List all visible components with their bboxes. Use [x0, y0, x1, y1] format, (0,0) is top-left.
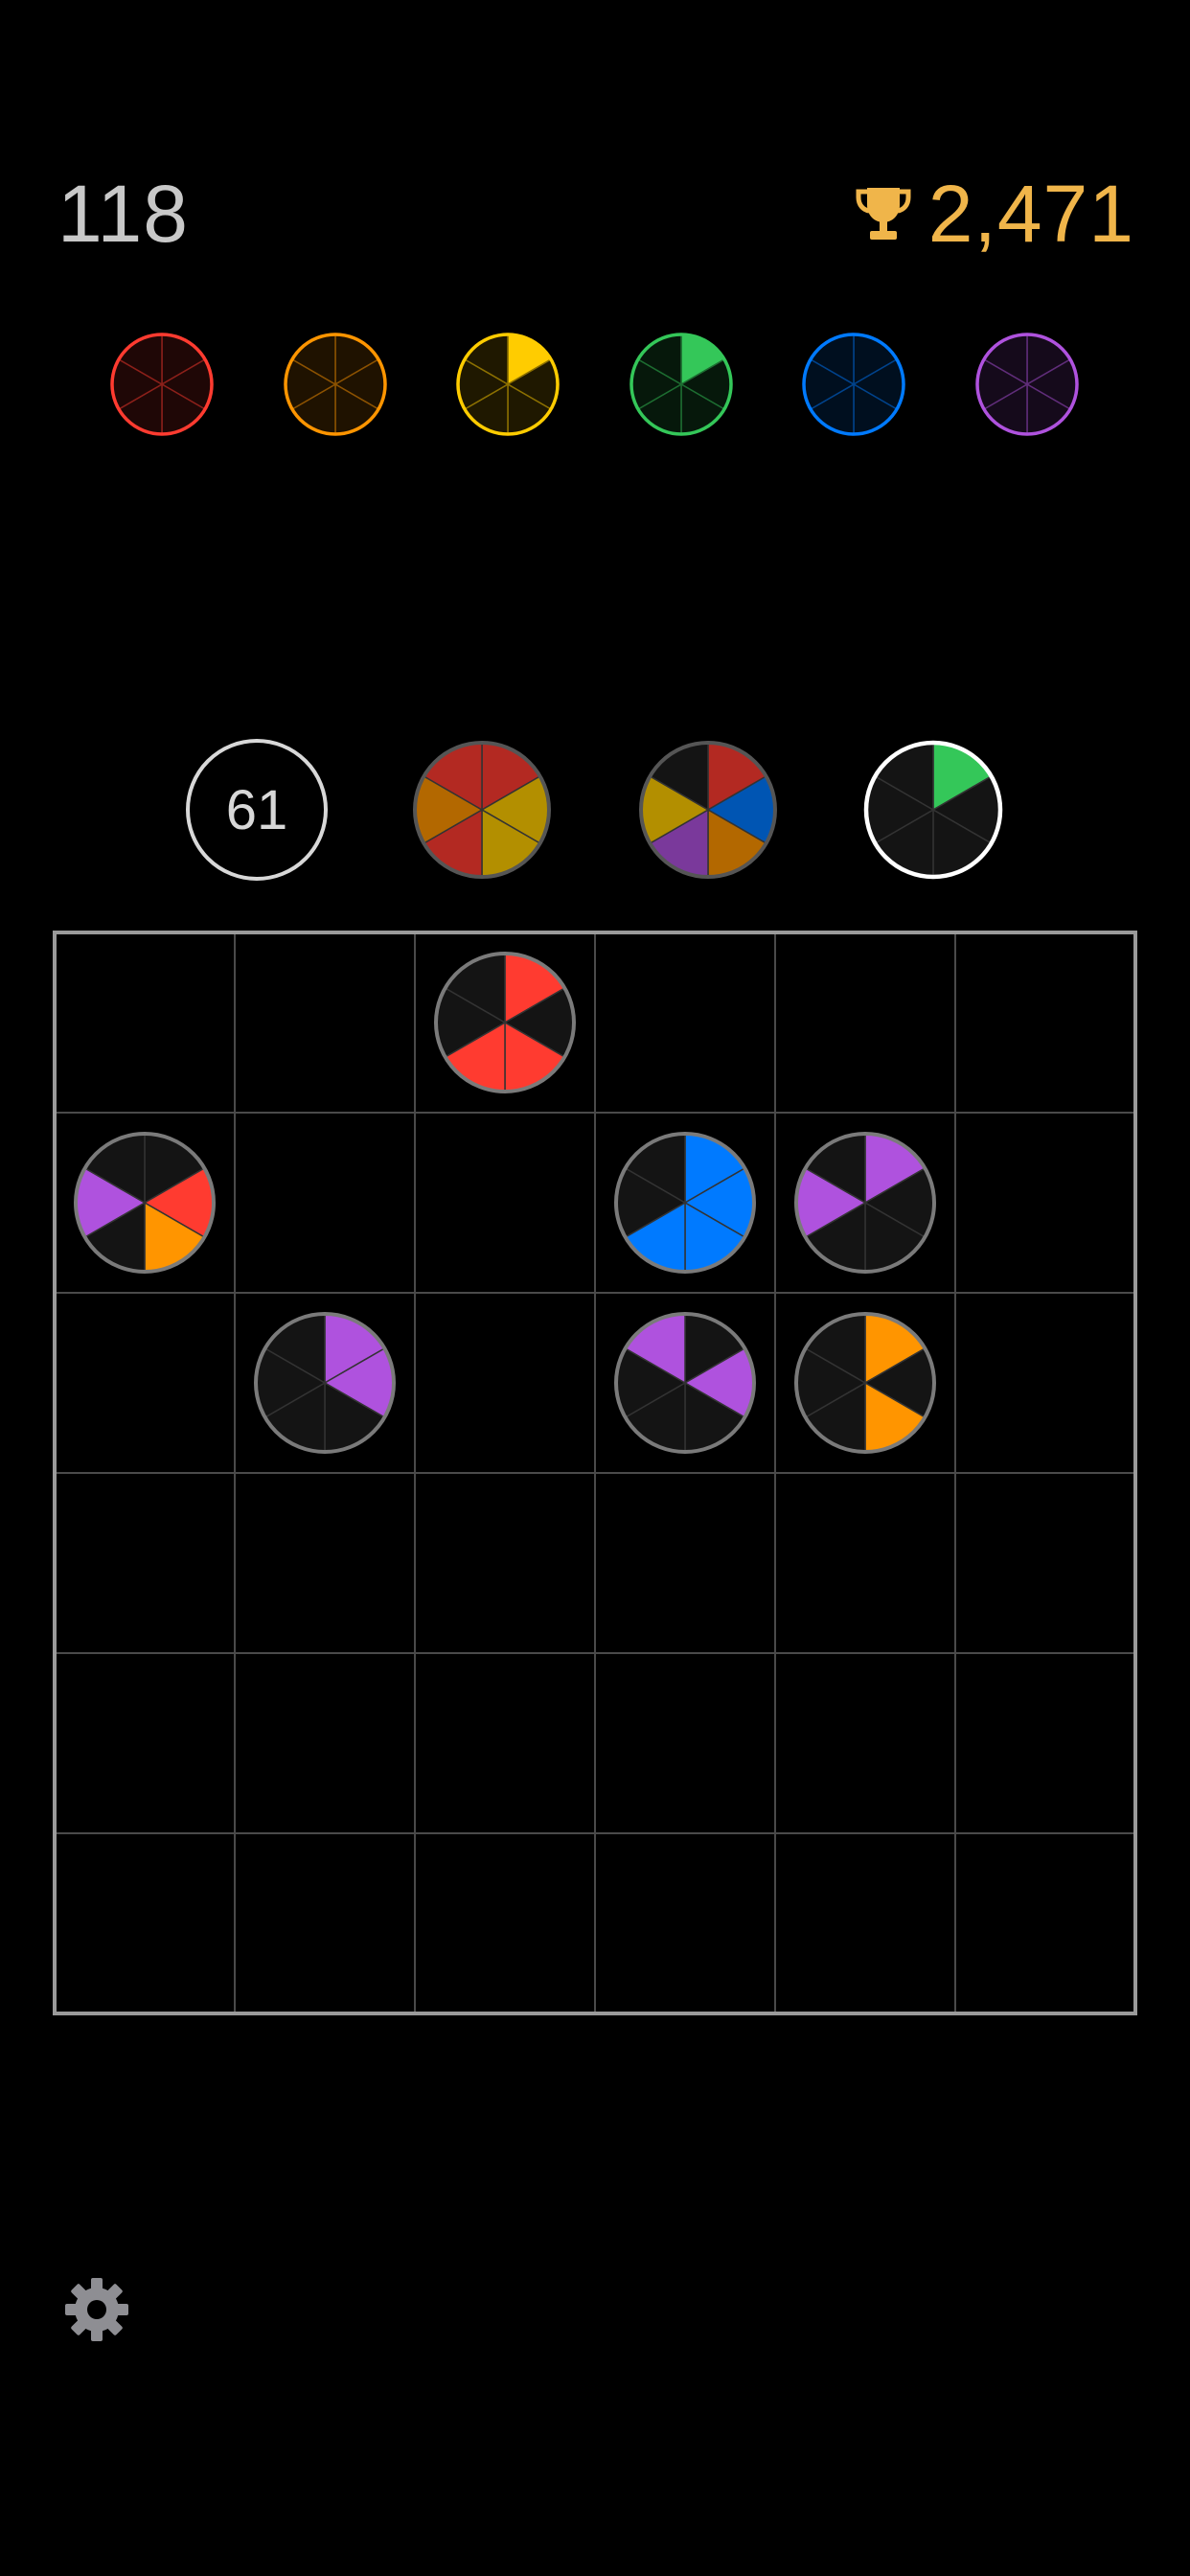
board-piece[interactable] [794, 1312, 936, 1454]
board-cell[interactable] [54, 932, 236, 1114]
progress-wheel-orange [284, 333, 387, 436]
board-grid[interactable] [53, 931, 1137, 2015]
best-score-value: 2,471 [927, 169, 1134, 259]
board-cell[interactable] [594, 932, 776, 1114]
board-piece[interactable] [614, 1312, 756, 1454]
board-cell[interactable] [594, 1652, 776, 1834]
board-cell[interactable] [954, 1112, 1136, 1294]
board-cell[interactable] [234, 1472, 416, 1654]
board-cell[interactable] [954, 1652, 1136, 1834]
board-cell[interactable] [234, 932, 416, 1114]
trophy-icon [856, 188, 911, 240]
board-piece[interactable] [794, 1132, 936, 1274]
queue-piece[interactable] [411, 739, 553, 881]
board-cell[interactable] [954, 932, 1136, 1114]
color-progress-row [0, 331, 1190, 441]
board-cell[interactable] [414, 1112, 596, 1294]
progress-wheel-green [629, 333, 733, 436]
board-piece[interactable] [614, 1132, 756, 1274]
progress-wheel-purple [975, 333, 1079, 436]
board-cell[interactable] [54, 1472, 236, 1654]
board-cell[interactable] [414, 1292, 596, 1474]
board-cell[interactable] [594, 1832, 776, 2014]
board-cell[interactable] [234, 1652, 416, 1834]
board-cell[interactable] [774, 1652, 956, 1834]
board-cell[interactable] [774, 1472, 956, 1654]
board-cell[interactable] [954, 1472, 1136, 1654]
gear-icon[interactable] [63, 2276, 130, 2343]
piece-queue: 61 [0, 738, 1190, 882]
queue-piece[interactable] [637, 739, 779, 881]
queue-piece-selected[interactable] [862, 739, 1004, 881]
board-piece[interactable] [74, 1132, 216, 1274]
board-cell[interactable] [954, 1292, 1136, 1474]
board-cell[interactable] [414, 1652, 596, 1834]
game-board[interactable] [53, 931, 1137, 2015]
best-score: 2,471 [856, 161, 1134, 266]
progress-wheel-blue [802, 333, 905, 436]
board-piece[interactable] [254, 1312, 396, 1454]
board-cell[interactable] [774, 1832, 956, 2014]
board-cell[interactable] [414, 1472, 596, 1654]
board-piece[interactable] [434, 952, 576, 1093]
board-cell[interactable] [234, 1832, 416, 2014]
progress-wheel-red [110, 333, 214, 436]
board-cell[interactable] [54, 1292, 236, 1474]
board-cell[interactable] [54, 1832, 236, 2014]
progress-wheel-yellow [456, 333, 560, 436]
board-cell[interactable] [54, 1652, 236, 1834]
board-cell[interactable] [774, 932, 956, 1114]
board-cell[interactable] [234, 1112, 416, 1294]
board-cell[interactable] [594, 1472, 776, 1654]
current-score: 118 [57, 169, 189, 259]
remaining-pieces-counter: 61 [186, 739, 328, 881]
board-cell[interactable] [954, 1832, 1136, 2014]
board-cell[interactable] [414, 1832, 596, 2014]
